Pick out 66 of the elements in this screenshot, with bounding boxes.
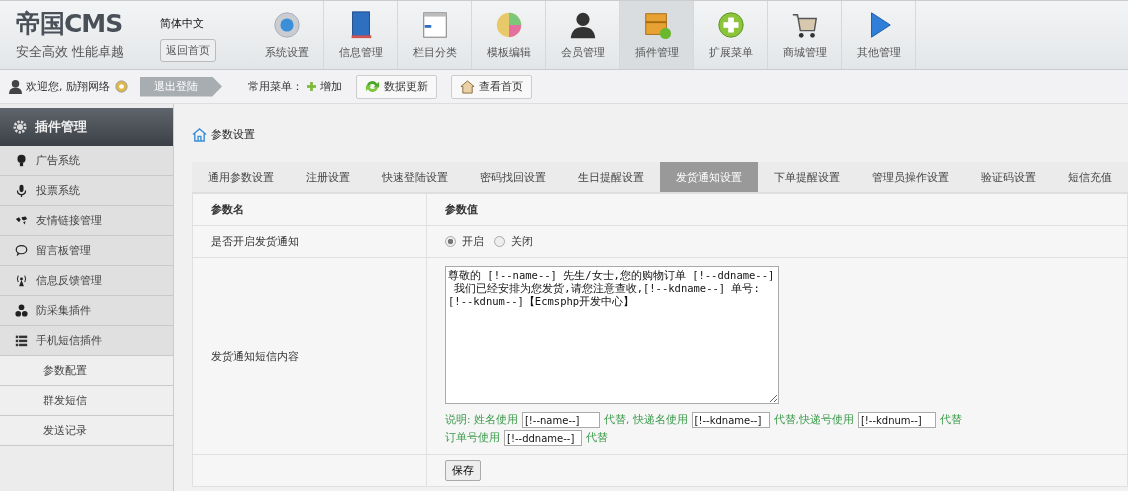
nav-item[interactable]: 栏目分类 xyxy=(398,1,472,69)
user-icon xyxy=(8,79,23,94)
logo-slogan: 安全高效 性能卓越 xyxy=(16,43,126,61)
message-textarea[interactable]: 尊敬的 [!--name--] 先生/女士,您的购物订单 [!--ddname--] 我们已经安排为您发货,请您注意查收,[!--kdname--] 单号: [!--kdnum--]【Ecmsphp开发中心】 xyxy=(445,266,779,404)
table-cell: 是否开启发货通知 xyxy=(192,225,427,258)
input-field[interactable]: [!--kdname--] xyxy=(691,412,770,428)
microphone-icon xyxy=(15,184,28,197)
input-field[interactable]: [!--name--] xyxy=(521,412,600,428)
list-icon xyxy=(15,334,28,347)
radio-label: 关闭 xyxy=(511,234,533,249)
welcome-text: 欢迎您, 励翔网络 xyxy=(26,79,110,94)
tab[interactable]: 下单提醒设置 xyxy=(758,162,856,192)
note-text: 代替, 快递名使用 xyxy=(603,413,688,427)
plus-icon xyxy=(307,82,316,91)
note-text: 订单号使用 xyxy=(445,431,500,445)
add-link[interactable]: 增加 xyxy=(320,79,342,94)
sidebar-item[interactable]: 留言板管理 xyxy=(0,236,173,266)
refresh-icon xyxy=(365,79,380,94)
nav-item[interactable]: 系统设置 xyxy=(250,1,324,69)
house-icon xyxy=(460,79,475,94)
common-menu-label: 常用菜单： xyxy=(248,79,303,94)
tab[interactable]: 验证码设置 xyxy=(965,162,1052,192)
nav-item[interactable]: 其他管理 xyxy=(842,1,916,69)
nav-item[interactable]: 插件管理 xyxy=(620,1,694,69)
sidebar-item[interactable]: 手机短信插件 xyxy=(0,326,173,356)
note-text: 代替 xyxy=(939,413,962,427)
update-data-button[interactable]: 数据更新 xyxy=(356,74,437,99)
tab[interactable]: 短信充值 xyxy=(1052,162,1128,192)
table-cell: 发货通知短信内容 xyxy=(192,257,427,455)
tab[interactable]: 密码找回设置 xyxy=(464,162,562,192)
column-header: 参数值 xyxy=(426,193,1128,226)
radio-label: 开启 xyxy=(462,234,484,249)
view-home-button[interactable]: 查看首页 xyxy=(451,74,532,99)
tab[interactable]: 通用参数设置 xyxy=(192,162,290,192)
radio-button[interactable] xyxy=(445,236,456,247)
tab[interactable]: 生日提醒设置 xyxy=(562,162,660,192)
nav-item[interactable]: 模板编辑 xyxy=(472,1,546,69)
sidebar-item[interactable]: 投票系统 xyxy=(0,176,173,206)
radio-button[interactable] xyxy=(494,236,505,247)
breadcrumb-text: 参数设置 xyxy=(211,126,255,142)
save-button[interactable]: 保存 xyxy=(445,460,481,481)
column-header: 参数名 xyxy=(192,193,427,226)
home-button[interactable]: 返回首页 xyxy=(160,39,216,62)
lightbulb-icon xyxy=(15,154,28,167)
sidebar-item[interactable]: 友情链接管理 xyxy=(0,206,173,236)
note-text: 代替 xyxy=(586,431,608,445)
antenna-icon xyxy=(15,274,28,287)
language-link[interactable]: 简体中文 xyxy=(160,16,204,31)
nav-item[interactable]: 扩展菜单 xyxy=(694,1,768,69)
sidebar-item[interactable]: 广告系统 xyxy=(0,146,173,176)
note-text: 代替,快递号使用 xyxy=(773,413,854,427)
sidebar-item[interactable]: 信息反馈管理 xyxy=(0,266,173,296)
nav-item[interactable]: 信息管理 xyxy=(324,1,398,69)
input-field[interactable]: [!--kdnum--] xyxy=(857,412,936,428)
speech-bubble-icon xyxy=(15,244,28,257)
note-text: 说明: 姓名使用 xyxy=(445,413,518,427)
tab[interactable]: 注册设置 xyxy=(290,162,366,192)
home-icon xyxy=(192,126,207,142)
input-field[interactable]: [!--ddname--] xyxy=(504,430,582,446)
tab[interactable]: 快速登陆设置 xyxy=(366,162,464,192)
tab[interactable]: 管理员操作设置 xyxy=(856,162,965,192)
sidebar-item[interactable]: 防采集插件 xyxy=(0,296,173,326)
plus-circle-icon xyxy=(715,10,746,40)
sidebar-title-text: 插件管理 xyxy=(35,118,87,136)
logo-title: 帝国CMS xyxy=(16,9,124,39)
nav-item[interactable]: 商城管理 xyxy=(768,1,842,69)
